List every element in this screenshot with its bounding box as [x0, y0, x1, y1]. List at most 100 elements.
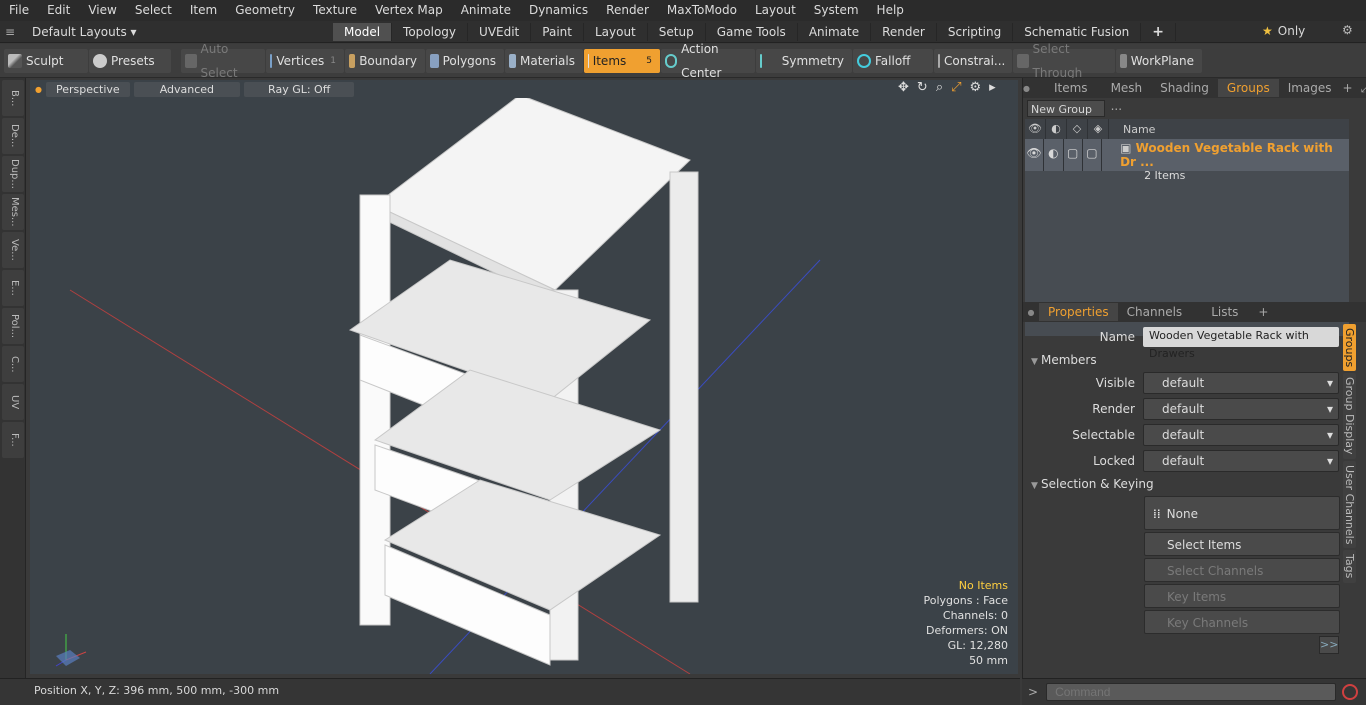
tab-groups[interactable]: Groups [1217, 79, 1279, 97]
falloff-button[interactable]: Falloff [853, 48, 933, 73]
select-cube-icon[interactable]: ◇ [1067, 119, 1088, 139]
menu-render[interactable]: Render [597, 0, 658, 21]
add-props-tab-icon[interactable]: + [1258, 305, 1268, 319]
menu-system[interactable]: System [805, 0, 868, 21]
expand-icon[interactable]: ⤢ [1361, 81, 1366, 96]
menu-geometry[interactable]: Geometry [226, 0, 304, 21]
menu-item[interactable]: Item [181, 0, 226, 21]
tab-animate[interactable]: Animate [798, 22, 872, 41]
name-field[interactable]: Wooden Vegetable Rack with Drawers [1143, 327, 1339, 360]
row-select-box[interactable]: ▢ [1064, 139, 1083, 171]
tab-mesh[interactable]: Mesh ... [1102, 79, 1152, 113]
keying-section[interactable]: ▼ Selection & Keying [1023, 474, 1366, 494]
only-toggle[interactable]: ★ Only [1262, 22, 1305, 40]
tab-uvedit[interactable]: UVEdit [468, 22, 532, 41]
viewport-arrow-icon[interactable]: ▸ [989, 80, 996, 95]
add-panel-tab-icon[interactable]: + [1343, 81, 1353, 95]
maximize-icon[interactable]: ⤢ [951, 80, 961, 95]
symmetry-button[interactable]: Symmetry [756, 48, 852, 73]
rotate-icon[interactable]: ↻ [917, 80, 928, 95]
menu-dynamics[interactable]: Dynamics [520, 0, 597, 21]
vertices-button[interactable]: Vertices 1 [266, 48, 344, 73]
menu-select[interactable]: Select [126, 0, 181, 21]
boundary-button[interactable]: Boundary [345, 48, 425, 73]
tab-scripting[interactable]: Scripting [937, 22, 1014, 41]
panel-menu-icon[interactable]: ● [1023, 84, 1030, 93]
sculpt-button[interactable]: Sculpt [4, 48, 88, 73]
items-button[interactable]: Items 5 [584, 48, 660, 73]
none-keying-button[interactable]: ⁞⁞ None [1144, 496, 1340, 530]
workplane-button[interactable]: WorkPlane [1116, 48, 1202, 73]
layout-menu-icon[interactable]: ≡ [0, 25, 20, 39]
tab-paint[interactable]: Paint [531, 22, 584, 41]
add-tab-icon[interactable]: + [1141, 22, 1177, 41]
tab-items[interactable]: Items [1030, 79, 1102, 97]
left-tab-e[interactable]: E... [2, 270, 24, 306]
vtab-groups[interactable]: Groups [1343, 324, 1356, 372]
action-center-button[interactable]: Action Center [661, 42, 755, 80]
vtab-user-channels[interactable]: User Channels [1343, 460, 1356, 549]
select-items-button[interactable]: Select Items [1144, 532, 1340, 556]
props-menu-icon[interactable]: ● [1023, 308, 1039, 317]
tab-shading[interactable]: Shading [1151, 79, 1218, 97]
more-button[interactable]: >> [1319, 636, 1339, 654]
tab-lists[interactable]: Lists [1191, 303, 1258, 321]
move-icon[interactable]: ✥ [898, 80, 909, 95]
visible-select[interactable]: default [1143, 372, 1339, 394]
left-tab-b[interactable]: B... [2, 80, 24, 116]
row-eye-icon[interactable]: 👁 [1025, 139, 1045, 171]
left-tab-f[interactable]: F... [2, 422, 24, 458]
layout-selector[interactable]: Default Layouts ▾ [20, 25, 220, 39]
render-icon[interactable]: ◐ [1046, 119, 1067, 139]
tab-topology[interactable]: Topology [392, 22, 469, 41]
menu-vertex-map[interactable]: Vertex Map [366, 0, 452, 21]
render-select[interactable]: default [1143, 398, 1339, 420]
command-input[interactable] [1046, 683, 1337, 701]
menu-texture[interactable]: Texture [304, 0, 366, 21]
locked-select[interactable]: default [1143, 450, 1339, 472]
row-render-icon[interactable]: ◐ [1044, 139, 1064, 171]
menu-edit[interactable]: Edit [38, 0, 79, 21]
select-channels-button[interactable]: Select Channels [1144, 558, 1340, 582]
left-tab-dup[interactable]: Dup... [2, 156, 24, 192]
tab-render[interactable]: Render [871, 22, 937, 41]
key-items-button[interactable]: Key Items [1144, 584, 1340, 608]
left-tab-c[interactable]: C... [2, 346, 24, 382]
row-lock-box[interactable]: ▢ [1083, 139, 1103, 171]
menu-layout[interactable]: Layout [746, 0, 805, 21]
tab-images[interactable]: Images [1279, 79, 1341, 97]
new-group-button[interactable]: New Group [1027, 100, 1105, 117]
tab-properties[interactable]: Properties [1039, 303, 1118, 321]
menu-view[interactable]: View [79, 0, 125, 21]
3d-viewport[interactable]: ● Perspective Advanced Ray GL: Off ✥ ↻ ⌕… [30, 80, 1018, 674]
selectable-select[interactable]: default [1143, 424, 1339, 446]
menu-help[interactable]: Help [868, 0, 913, 21]
tab-layout[interactable]: Layout [584, 22, 648, 41]
raygl-button[interactable]: Ray GL: Off [244, 81, 355, 97]
constraints-button[interactable]: Constrai... [934, 48, 1012, 73]
menu-animate[interactable]: Animate [452, 0, 520, 21]
group-row[interactable]: 👁 ◐ ▢ ▢ ▣ Wooden Vegetable Rack with Dr … [1025, 139, 1349, 182]
presets-button[interactable]: Presets [89, 48, 171, 73]
menu-file[interactable]: File [0, 0, 38, 21]
viewport-gear-icon[interactable]: ⚙ [970, 80, 982, 95]
vtab-tags[interactable]: Tags [1343, 550, 1356, 583]
select-through-button[interactable]: Select Through [1013, 42, 1115, 80]
advanced-button[interactable]: Advanced [133, 81, 241, 97]
gear-icon[interactable]: ⚙ [1342, 23, 1353, 37]
perspective-button[interactable]: Perspective [45, 81, 130, 97]
zoom-icon[interactable]: ⌕ [936, 80, 943, 95]
left-tab-ve[interactable]: Ve... [2, 232, 24, 268]
key-channels-button[interactable]: Key Channels [1144, 610, 1340, 634]
menu-maxtomodo[interactable]: MaxToModo [658, 0, 746, 21]
materials-button[interactable]: Materials [505, 48, 583, 73]
record-icon[interactable] [1342, 684, 1359, 700]
polygons-button[interactable]: Polygons [426, 48, 504, 73]
tab-model[interactable]: Model [333, 22, 393, 41]
lock-cube-icon[interactable]: ◈ [1088, 119, 1109, 139]
auto-select-button[interactable]: Auto Select [181, 42, 265, 80]
tab-channels[interactable]: Channels [1118, 303, 1192, 321]
visibility-eye-icon[interactable]: 👁 [1025, 119, 1046, 139]
left-tab-mes[interactable]: Mes... [2, 194, 24, 230]
left-tab-pol[interactable]: Pol... [2, 308, 24, 344]
